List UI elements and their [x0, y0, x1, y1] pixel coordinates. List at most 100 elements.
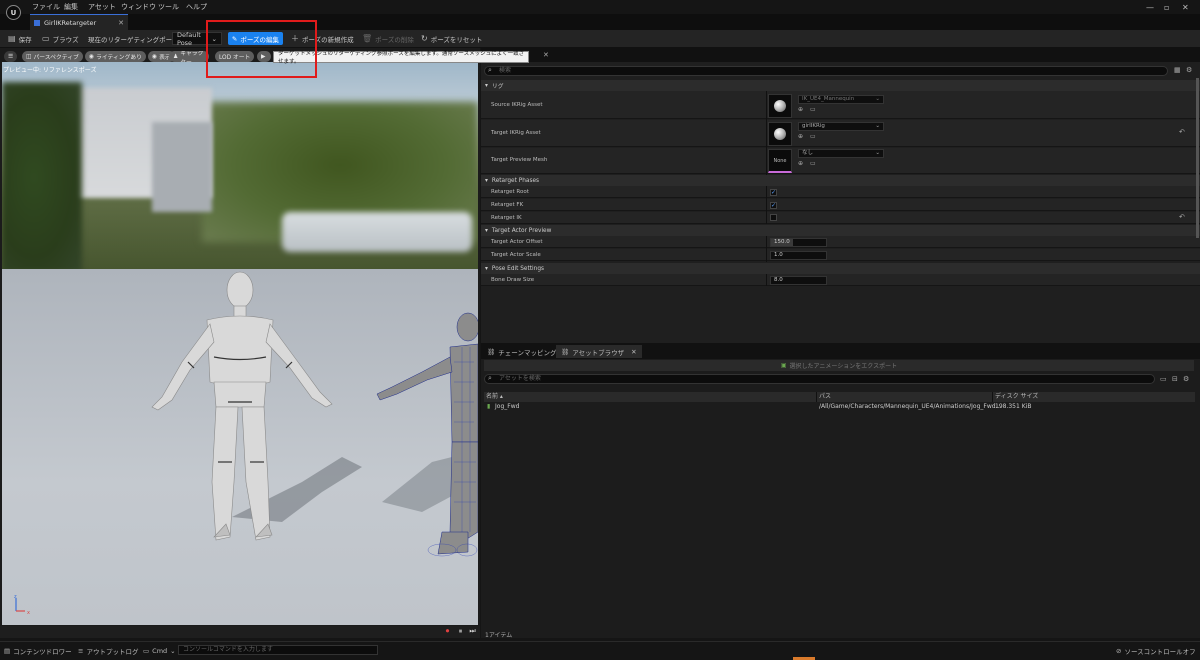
item-count: 1アイテム	[485, 632, 513, 639]
details-scrollbar[interactable]	[1196, 78, 1199, 238]
browse-folder-icon[interactable]: ▭	[810, 106, 816, 113]
tab-girlikretargeter[interactable]: GirlIKRetargeter ✕	[30, 14, 128, 30]
reset-to-default-icon[interactable]: ↶	[1179, 128, 1185, 136]
category-target-actor-preview[interactable]: ▾ Target Actor Preview	[481, 225, 1200, 236]
maximize-icon[interactable]: ▫	[1164, 3, 1169, 12]
close-details-icon[interactable]: ✕	[543, 51, 549, 59]
row-retarget-ik	[481, 212, 1200, 224]
annotation-highlight-box	[206, 20, 317, 78]
source-rig-label: Source IKRig Asset	[491, 102, 543, 108]
retarget-ik-checkbox[interactable]	[770, 214, 777, 221]
chevron-down-icon: ⌄	[875, 96, 880, 102]
lighting-button[interactable]: ◉ ライティングあり	[85, 51, 146, 62]
target-mesh-thumbnail[interactable]: None	[768, 149, 792, 173]
details-search-input[interactable]: 検索	[484, 66, 1168, 76]
category-rig[interactable]: ▾ リグ	[481, 80, 1200, 91]
target-rig-combo[interactable]: girlIKRig ⌄	[798, 122, 884, 131]
viewport[interactable]	[0, 48, 480, 638]
source-rig-combo[interactable]: IK_UE4_Mannequin ⌄	[798, 95, 884, 104]
target-offset-label: Target Actor Offset	[491, 239, 543, 245]
chevron-down-icon: ▾	[485, 177, 488, 184]
folder-icon: ▭	[42, 34, 50, 43]
record-icon[interactable]: ⏺	[443, 627, 452, 636]
source-rig-thumbnail[interactable]	[768, 94, 792, 118]
axis-gizmo: z x	[14, 595, 30, 615]
svg-text:z: z	[14, 595, 17, 600]
column-name[interactable]: 名前 ▴	[486, 392, 503, 402]
asset-search-input[interactable]: アセットを検索	[484, 374, 1155, 384]
unreal-logo-icon[interactable]: U	[6, 5, 21, 20]
close-tab-icon[interactable]: ✕	[631, 348, 636, 356]
browse-button[interactable]: ▭ ブラウズ	[42, 32, 79, 45]
reset-pose-button[interactable]: ↻ ポーズをリセット	[421, 32, 482, 45]
column-splitter[interactable]	[766, 186, 767, 224]
step-forward-icon[interactable]: ⏭	[468, 627, 477, 636]
delete-pose-button[interactable]: 🗑 ポーズの削除	[362, 32, 414, 45]
perspective-button[interactable]: ◫ パースペクティブ	[22, 51, 83, 62]
column-splitter[interactable]	[766, 91, 767, 175]
use-selected-icon[interactable]: ⊕	[798, 106, 803, 113]
tab-asset-browser[interactable]: ⛓ アセットブラウザ ✕	[556, 345, 642, 358]
column-separator[interactable]	[816, 392, 817, 402]
use-selected-icon[interactable]: ⊕	[798, 160, 803, 167]
menu-window[interactable]: ウィンドウ	[121, 2, 156, 12]
cmd-dropdown[interactable]: ▭ Cmd ⌄	[143, 645, 176, 656]
target-mesh-combo[interactable]: なし ⌄	[798, 149, 884, 158]
output-log-button[interactable]: ≡ アウトプットログ	[78, 645, 138, 656]
menu-edit[interactable]: 編集	[64, 2, 78, 12]
row-target-offset	[481, 236, 1200, 248]
browse-folder-icon[interactable]: ▭	[810, 160, 816, 167]
grid-view-icon[interactable]: ▦	[1174, 66, 1181, 74]
menu-file[interactable]: ファイル	[32, 2, 60, 12]
save-button[interactable]: ▤ 保存	[8, 32, 32, 45]
asset-name: Jog_Fwd	[495, 403, 520, 410]
gear-icon[interactable]: ⚙	[1183, 375, 1189, 383]
reset-to-default-icon[interactable]: ↶	[1179, 213, 1185, 221]
close-tab-icon[interactable]: ✕	[118, 19, 124, 27]
export-animations-button[interactable]: ▣ 選択したアニメーションをエクスポート	[484, 360, 1194, 371]
browse-folder-icon[interactable]: ▭	[810, 133, 816, 140]
category-retarget-phases[interactable]: ▾ Retarget Phases	[481, 175, 1200, 186]
filter-icon[interactable]: ⊟	[1172, 375, 1178, 383]
chevron-down-icon: ⌄	[875, 123, 880, 129]
column-separator[interactable]	[992, 392, 993, 402]
column-disk-size[interactable]: ディスク サイズ	[995, 392, 1038, 402]
menu-asset[interactable]: アセット	[88, 2, 116, 12]
asset-sphere-icon	[774, 100, 786, 112]
pause-icon[interactable]: ⏸	[456, 627, 465, 636]
target-mesh-label: Target Preview Mesh	[491, 157, 548, 163]
menu-help[interactable]: ヘルプ	[186, 2, 207, 12]
target-scale-field[interactable]: 1.0	[770, 251, 827, 260]
asset-table-header	[484, 392, 1195, 402]
close-window-icon[interactable]: ✕	[1182, 3, 1189, 12]
console-command-input[interactable]: コンソールコマンドを入力します	[178, 645, 378, 655]
viewport-scene[interactable]	[2, 62, 478, 625]
category-pose-edit-settings[interactable]: ▾ Pose Edit Settings	[481, 263, 1200, 274]
minimize-icon[interactable]: —	[1146, 3, 1154, 12]
search-icon: ⌕	[488, 374, 492, 382]
menu-tools[interactable]: ツール	[158, 2, 179, 12]
hamburger-icon: ☰	[8, 53, 14, 60]
eye-icon: ◉	[152, 53, 158, 60]
content-drawer-button[interactable]: ▤ コンテンツドロワー	[4, 645, 72, 656]
tab-chain-mapping[interactable]: ⛓ チェーンマッピング	[482, 345, 561, 358]
retarget-fk-checkbox[interactable]: ✓	[770, 202, 777, 209]
playback-bar	[0, 626, 480, 638]
use-selected-icon[interactable]: ⊕	[798, 133, 803, 140]
retarget-root-checkbox[interactable]: ✓	[770, 189, 777, 196]
folder-icon[interactable]: ▭	[1160, 375, 1167, 383]
girl-wireframe-character	[376, 312, 478, 555]
source-control-button[interactable]: ⊘ ソースコントロールオフ	[1116, 645, 1196, 656]
target-offset-field[interactable]: 150.0	[770, 238, 827, 247]
row-target-scale	[481, 249, 1200, 261]
character-button[interactable]: ♟キャラクター	[169, 51, 209, 62]
column-splitter[interactable]	[766, 236, 767, 262]
column-path[interactable]: パス	[819, 392, 831, 402]
viewport-options-button[interactable]: ☰	[4, 51, 18, 62]
gear-icon[interactable]: ⚙	[1186, 66, 1192, 74]
current-pose-label: 現在のリターゲティングポーズ	[88, 35, 179, 44]
column-splitter[interactable]	[766, 274, 767, 286]
target-rig-thumbnail[interactable]	[768, 122, 792, 146]
save-icon: ▤	[8, 34, 16, 43]
bone-draw-field[interactable]: 8.0	[770, 276, 827, 285]
